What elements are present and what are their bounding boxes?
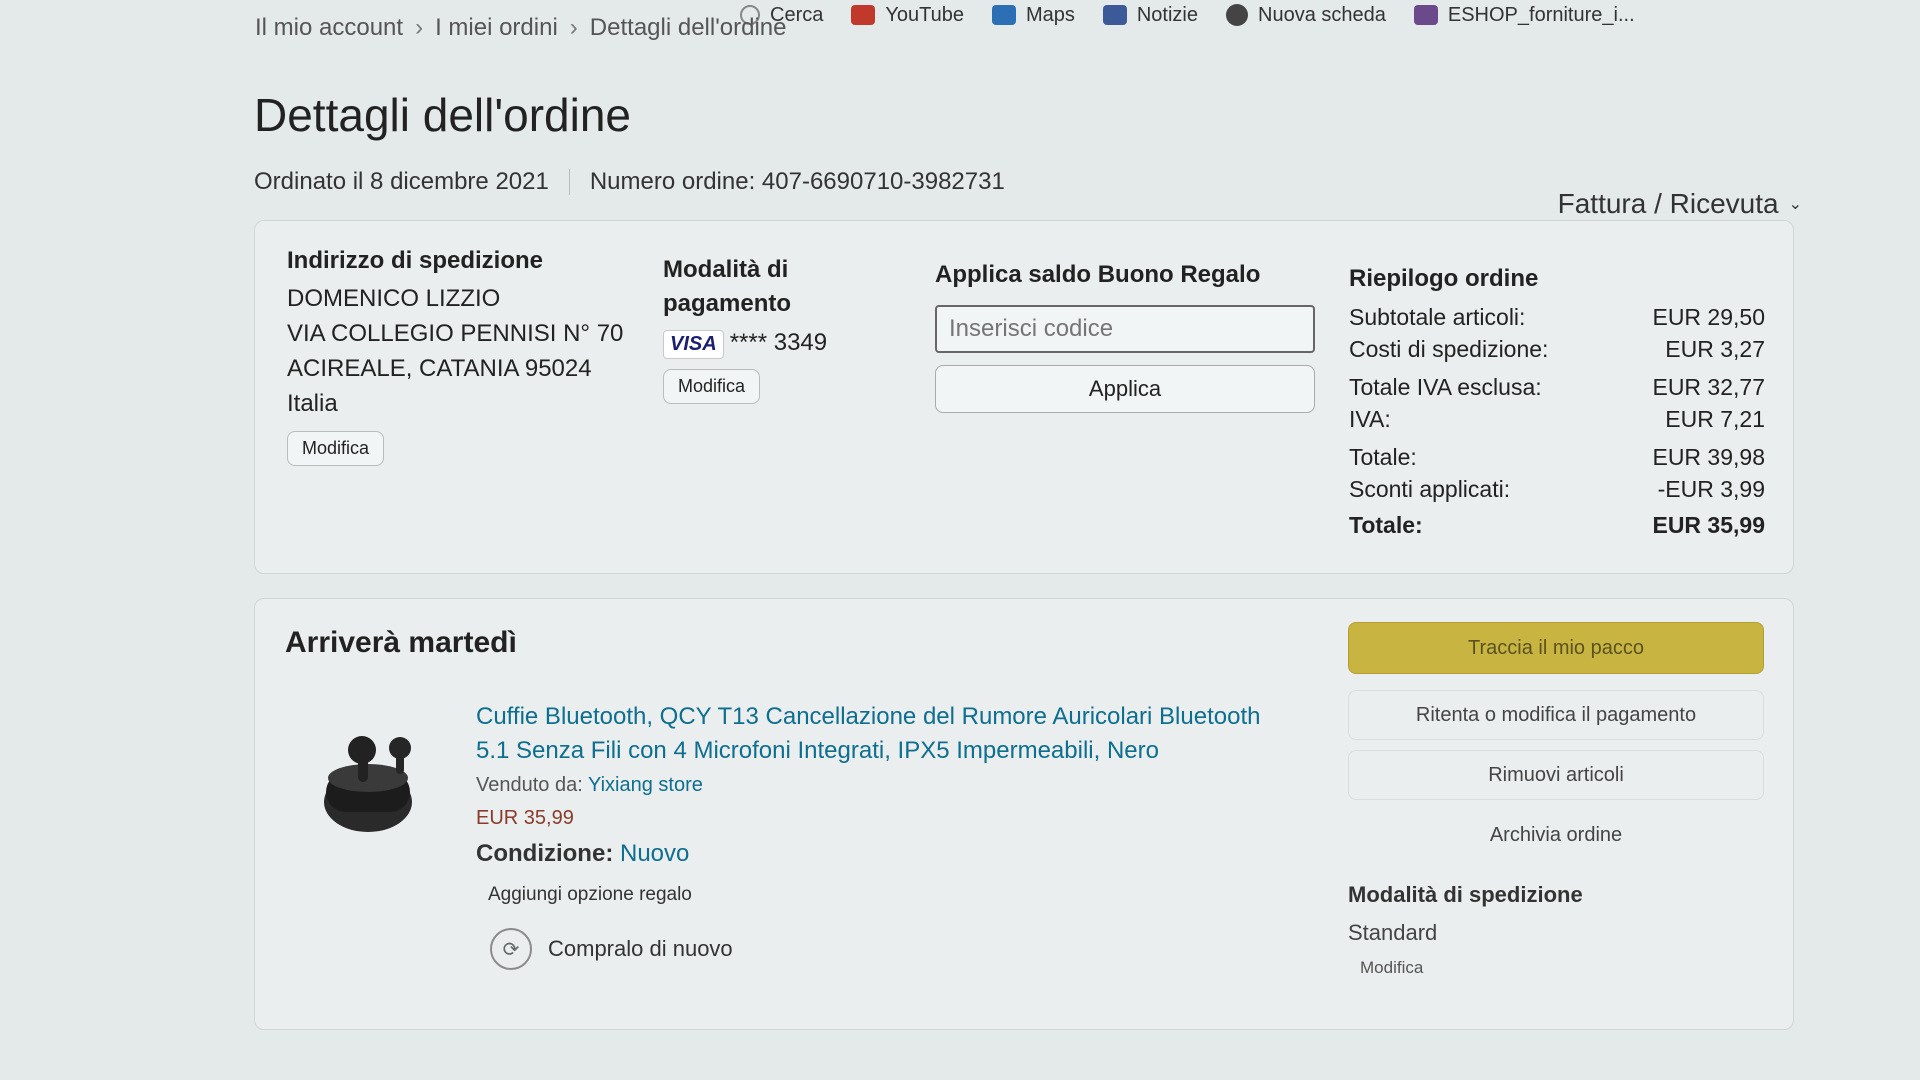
delivery-title: Arriverà martedì	[285, 626, 517, 659]
gift-code-input[interactable]	[935, 305, 1315, 353]
bookmark-label: Maps	[1025, 3, 1075, 26]
bag-icon	[1413, 5, 1438, 25]
summary-label: Totale:	[1349, 512, 1423, 538]
breadcrumb-orders[interactable]: I miei ordini	[435, 14, 558, 42]
summary-label: IVA:	[1349, 406, 1391, 432]
summary-row: Subtotale articoli: EUR 29,50	[1349, 301, 1765, 333]
retry-payment-button[interactable]: Ritenta o modifica il pagamento	[1348, 690, 1764, 740]
page-title: Dettagli dell'ordine	[254, 89, 632, 141]
shipping-address-title: Indirizzo di spedizione	[287, 247, 544, 274]
seller-link[interactable]: Yixiang store	[588, 774, 703, 796]
summary-value: EUR 29,50	[1652, 304, 1765, 330]
summary-title: Riepilogo ordine	[1349, 265, 1539, 292]
summary-label: Costi di spedizione:	[1349, 336, 1549, 362]
payment-card: VISA **** 3349	[663, 329, 863, 359]
bookmark-youtube[interactable]: YouTube	[851, 4, 964, 27]
summary-value: EUR 39,98	[1652, 444, 1765, 470]
bookmark-maps[interactable]: Maps	[991, 3, 1075, 27]
remove-items-button[interactable]: Rimuovi articoli	[1348, 750, 1764, 800]
bookmark-label: Notizie	[1136, 3, 1198, 26]
summary-value: -EUR 3,99	[1657, 476, 1765, 502]
product-info: Cuffie Bluetooth, QCY T13 Cancellazione …	[476, 700, 1296, 970]
condition-label: Condizione:	[476, 840, 614, 867]
summary-value: EUR 3,27	[1665, 336, 1765, 362]
order-date: Ordinato il 8 dicembre 2021	[254, 168, 549, 195]
reorder-icon: ⟳	[490, 928, 532, 970]
product-seller: Venduto da: Yixiang store	[476, 774, 1296, 797]
card-digits: **** 3349	[729, 329, 828, 356]
product-price: EUR 35,99	[476, 807, 574, 829]
buy-again-label: Compralo di nuovo	[548, 936, 733, 961]
add-gift-option-link[interactable]: Aggiungi opzione regalo	[488, 884, 1296, 906]
summary-row: Costi di spedizione: EUR 3,27	[1349, 333, 1765, 365]
order-meta: Ordinato il 8 dicembre 2021 Numero ordin…	[254, 168, 1005, 196]
new-tab-icon	[1226, 4, 1248, 26]
order-actions: Traccia il mio pacco Ritenta o modifica …	[1348, 622, 1764, 978]
invoice-label: Fattura / Ricevuta	[1557, 188, 1779, 219]
bookmark-news[interactable]: Notizie	[1102, 3, 1198, 27]
condition-value: Nuovo	[619, 840, 690, 867]
shipping-address: DOMENICO LIZZIO VIA COLLEGIO PENNISI N° …	[287, 281, 627, 421]
summary-value: EUR 32,77	[1652, 374, 1765, 400]
address-country: Italia	[287, 390, 338, 417]
breadcrumb-separator: ›	[415, 14, 424, 41]
summary-row: Totale IVA esclusa: EUR 32,77	[1349, 371, 1765, 403]
edit-shipping-method-link[interactable]: Modifica	[1360, 958, 1764, 978]
edit-address-button[interactable]: Modifica	[287, 431, 385, 466]
summary-row: Sconti applicati: -EUR 3,99	[1349, 473, 1765, 505]
order-summary: Riepilogo ordine Subtotale articoli: EUR…	[1349, 265, 1765, 541]
buy-again-button[interactable]: ⟳ Compralo di nuovo	[490, 928, 1296, 970]
breadcrumb-current: Dettagli dell'ordine	[589, 14, 787, 41]
product-image[interactable]	[318, 720, 428, 850]
bookmark-new-tab[interactable]: Nuova scheda	[1226, 4, 1386, 27]
summary-label: Subtotale articoli:	[1349, 304, 1526, 330]
summary-row: IVA: EUR 7,21	[1349, 403, 1765, 435]
summary-label: Totale IVA esclusa:	[1349, 374, 1542, 400]
breadcrumb: Il mio account › I miei ordini › Dettagl…	[255, 14, 787, 42]
order-info-box: Indirizzo di spedizione DOMENICO LIZZIO …	[254, 220, 1794, 574]
bookmark-label: YouTube	[885, 3, 964, 26]
payment-title: Modalità di pagamento	[663, 256, 792, 317]
news-icon	[1102, 5, 1127, 25]
bookmark-eshop[interactable]: ESHOP_forniture_i...	[1413, 3, 1635, 27]
chevron-down-icon: ⌄	[1788, 196, 1802, 213]
shipping-address-section: Indirizzo di spedizione DOMENICO LIZZIO …	[287, 247, 627, 466]
summary-value: EUR 35,99	[1652, 512, 1765, 538]
apply-gift-button[interactable]: Applica	[935, 365, 1315, 413]
invoice-dropdown[interactable]: Fattura / Ricevuta ⌄	[1558, 188, 1802, 220]
product-condition: Condizione: Nuovo	[476, 840, 1296, 868]
seller-label: Venduto da:	[476, 774, 583, 796]
summary-label: Totale:	[1349, 444, 1417, 470]
shipping-method-value: Standard	[1348, 920, 1438, 945]
edit-payment-button[interactable]: Modifica	[663, 369, 761, 404]
track-package-button[interactable]: Traccia il mio pacco	[1348, 622, 1764, 674]
gift-card-section: Applica saldo Buono Regalo Applica	[935, 261, 1325, 413]
address-street: VIA COLLEGIO PENNISI N° 70	[287, 320, 624, 347]
gift-card-title: Applica saldo Buono Regalo	[935, 261, 1261, 288]
archive-order-button[interactable]: Archivia ordine	[1348, 810, 1764, 860]
payment-section: Modalità di pagamento VISA **** 3349 Modi…	[663, 253, 863, 404]
youtube-icon	[851, 5, 876, 25]
breadcrumb-separator: ›	[569, 14, 578, 41]
maps-icon	[991, 5, 1016, 25]
product-title-link[interactable]: Cuffie Bluetooth, QCY T13 Cancellazione …	[476, 700, 1296, 768]
summary-row: Totale: EUR 39,98	[1349, 441, 1765, 473]
summary-label: Sconti applicati:	[1349, 476, 1511, 502]
order-number: Numero ordine: 407-6690710-3982731	[589, 168, 1005, 195]
summary-value: EUR 7,21	[1665, 406, 1765, 432]
visa-logo: VISA	[663, 330, 724, 359]
address-name: DOMENICO LIZZIO	[287, 285, 501, 312]
breadcrumb-account[interactable]: Il mio account	[255, 14, 403, 42]
summary-grand-total: Totale: EUR 35,99	[1349, 509, 1765, 541]
bookmark-label: ESHOP_forniture_i...	[1447, 3, 1635, 26]
address-city: ACIREALE, CATANIA 95024	[287, 355, 592, 382]
meta-divider	[568, 169, 570, 195]
shipping-method-title: Modalità di spedizione	[1348, 882, 1583, 907]
bookmark-label: Nuova scheda	[1258, 3, 1386, 26]
